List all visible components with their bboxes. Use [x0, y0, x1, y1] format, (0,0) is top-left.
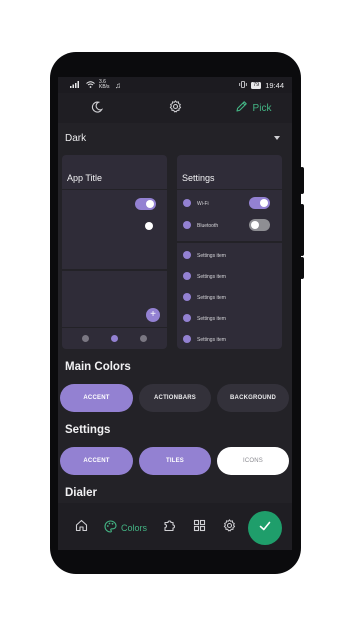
settings-item-label[interactable]: Settings item	[197, 253, 226, 259]
puzzle-icon[interactable]	[163, 519, 176, 537]
main-accent-button[interactable]: ACCENT	[60, 384, 133, 412]
toggle-knob	[145, 222, 153, 230]
theme-dropdown-value: Dark	[65, 132, 87, 144]
preview-nav-dot	[140, 335, 147, 342]
apply-fab-button[interactable]	[248, 511, 282, 545]
vibrate-icon	[239, 80, 247, 90]
theme-dropdown[interactable]: Dark	[64, 127, 286, 149]
settings-icons-button[interactable]: ICONS	[217, 447, 289, 475]
main-actionbars-button[interactable]: ACTIONBARS	[139, 384, 211, 412]
settings-item-label[interactable]: Settings item	[197, 295, 226, 301]
moon-icon	[91, 101, 104, 116]
main-background-button[interactable]: BACKGROUND	[217, 384, 289, 412]
toggle-knob	[260, 199, 268, 207]
app-preview-card: App Title +	[62, 155, 167, 349]
bluetooth-row-icon	[183, 221, 191, 229]
wifi-toggle[interactable]	[249, 197, 270, 209]
side-button	[300, 257, 304, 279]
settings-item-icon	[183, 335, 191, 343]
settings-button[interactable]	[136, 100, 214, 116]
settings-item-label[interactable]: Settings item	[197, 337, 226, 343]
bluetooth-row-label: Bluetooth	[197, 223, 219, 229]
widgets-icon[interactable]	[193, 519, 206, 537]
nav-colors-tab[interactable]: Colors	[104, 520, 147, 535]
settings-preview-title: Settings	[182, 173, 215, 183]
settings-item-icon	[183, 293, 191, 301]
main-colors-title: Main Colors	[65, 361, 131, 373]
settings-tiles-button[interactable]: TILES	[139, 447, 211, 475]
settings-item-label[interactable]: Settings item	[197, 274, 226, 280]
music-icon: ♫	[115, 80, 121, 90]
card-divider	[177, 189, 282, 190]
top-toolbar: Pick	[58, 93, 292, 123]
card-divider	[177, 241, 282, 243]
toggle-knob	[146, 200, 154, 208]
settings-accent-button[interactable]: ACCENT	[60, 447, 133, 475]
power-button	[300, 204, 304, 256]
settings-item-icon	[183, 272, 191, 280]
settings-section-title: Settings	[65, 424, 111, 436]
bluetooth-toggle[interactable]	[249, 219, 270, 231]
palette-icon	[104, 520, 117, 535]
pick-label: Pick	[252, 102, 272, 114]
wifi-row-label: Wi-Fi	[197, 201, 209, 207]
home-icon[interactable]	[75, 519, 88, 537]
app-preview-title: App Title	[67, 173, 103, 183]
settings-preview-card: Settings Wi-Fi Bluetooth Settings item S…	[177, 155, 282, 349]
wifi-status-icon	[86, 80, 95, 90]
status-time: 19:44	[265, 80, 284, 90]
toggle-knob	[251, 221, 259, 229]
preview-nav-dot-active	[111, 335, 118, 342]
wifi-row-icon	[183, 199, 191, 207]
app-screen: 3.6 KB/s ♫ 79 19:44 Pick Dark App Title …	[58, 77, 292, 550]
check-icon	[258, 519, 272, 538]
preview-toggle-on[interactable]	[135, 198, 156, 210]
dialer-section-title: Dialer	[65, 487, 97, 499]
battery-level: 79	[253, 81, 260, 88]
network-speed: 3.6 KB/s	[99, 79, 110, 90]
gear-icon[interactable]	[223, 519, 236, 537]
pencil-icon	[235, 100, 248, 116]
settings-item-label[interactable]: Settings item	[197, 316, 226, 322]
card-divider	[62, 189, 167, 190]
settings-item-icon	[183, 314, 191, 322]
preview-nav-dot	[82, 335, 89, 342]
card-divider	[62, 327, 167, 328]
volume-button	[300, 167, 304, 194]
dark-mode-button[interactable]	[58, 101, 136, 116]
preview-fab-plus-icon[interactable]: +	[146, 308, 160, 322]
theme-previews: App Title + Settings Wi-Fi Bluetooth Set…	[58, 155, 292, 351]
nav-colors-label: Colors	[121, 522, 148, 533]
battery-icon: 79	[251, 81, 262, 89]
signal-icon	[70, 80, 82, 90]
chevron-down-icon	[274, 136, 280, 140]
gear-icon	[169, 100, 182, 116]
pick-button[interactable]: Pick	[214, 100, 292, 116]
bottom-navigation: Colors	[58, 503, 292, 550]
preview-toggle-off[interactable]	[135, 220, 156, 232]
status-bar: 3.6 KB/s ♫ 79 19:44	[58, 77, 292, 93]
settings-item-icon	[183, 251, 191, 259]
card-divider	[62, 269, 167, 271]
